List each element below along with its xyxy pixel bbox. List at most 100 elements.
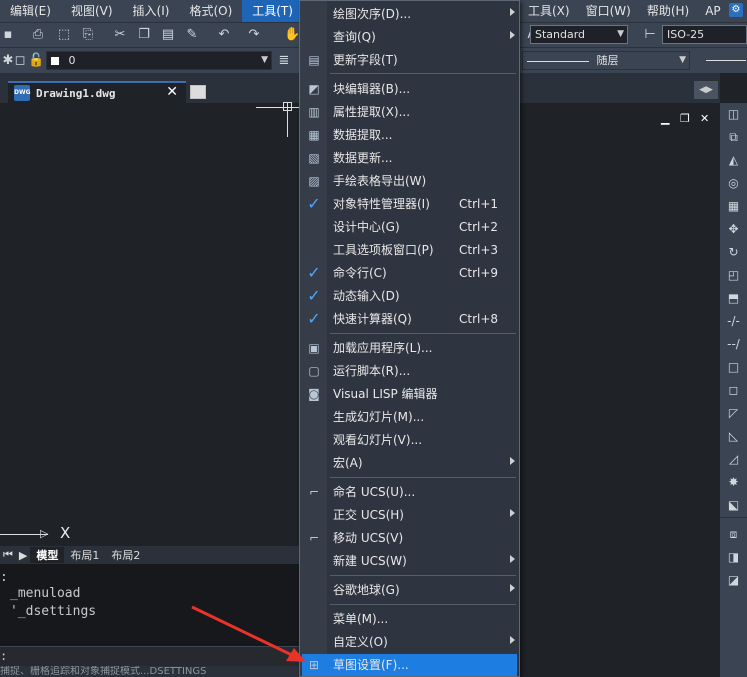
lineweight-preview[interactable]	[706, 60, 746, 61]
stretch-icon[interactable]: ⬒	[720, 287, 747, 310]
menu-item-tool-palettes[interactable]: 工具选项板窗口(P) Ctrl+3	[300, 239, 519, 261]
tab-model[interactable]: 模型	[30, 547, 65, 563]
restore-icon[interactable]: ❐	[680, 112, 690, 125]
menu-item-command-line[interactable]: ✓ 命令行(C) Ctrl+9	[300, 262, 519, 284]
menu-help[interactable]: 帮助(H)	[639, 0, 697, 22]
offset-icon[interactable]: ◎	[720, 172, 747, 195]
minimize-icon[interactable]: ▁	[661, 112, 669, 125]
close-icon[interactable]: ✕	[166, 84, 178, 100]
erase-icon[interactable]: ◫	[720, 103, 747, 126]
menu-item-run-script[interactable]: ▢ 运行脚本(R)...	[300, 360, 519, 382]
paste-icon[interactable]: ▤	[160, 27, 176, 43]
first-layout-icon[interactable]: ⏮	[0, 548, 16, 562]
menu-item-inquiry[interactable]: 查询(Q)	[300, 26, 519, 48]
explode-icon[interactable]: ✸	[720, 471, 747, 494]
menu-item-menu[interactable]: 菜单(M)...	[300, 608, 519, 630]
menu-item-view-slide[interactable]: 观看幻灯片(V)...	[300, 429, 519, 451]
tab-scroll-icon[interactable]: ◀▶	[694, 81, 718, 99]
undo-icon[interactable]: ↶	[216, 27, 232, 43]
linetype-value: 随层	[596, 54, 619, 67]
menu-tools-x[interactable]: 工具(X)	[520, 0, 578, 22]
fillet-icon[interactable]: ◺	[720, 425, 747, 448]
menu-ap[interactable]: AP	[697, 0, 728, 22]
menu-item-move-ucs[interactable]: ⌐ 移动 UCS(V)	[300, 527, 519, 549]
scale-icon[interactable]: ◰	[720, 264, 747, 287]
chamfer-icon[interactable]: ◸	[720, 402, 747, 425]
menu-format[interactable]: 格式(O)	[179, 0, 242, 22]
print-icon[interactable]: ⎙	[30, 27, 46, 43]
tab-layout1[interactable]: 布局1	[64, 547, 105, 563]
tab-layout2[interactable]: 布局2	[105, 547, 146, 563]
checkmark-icon: ✓	[307, 194, 321, 213]
array-icon[interactable]: ▦	[720, 195, 747, 218]
menu-item-visual-lisp[interactable]: ◙ Visual LISP 编辑器	[300, 383, 519, 405]
properties-icon[interactable]: ⬕	[720, 494, 747, 517]
layer-lock-icon[interactable]: 🔓	[28, 53, 44, 69]
layer-vp-icon[interactable]: ◻	[12, 53, 28, 69]
menu-tools[interactable]: 工具(T)	[242, 0, 303, 22]
redo-icon[interactable]: ↷	[246, 27, 262, 43]
menu-item-dynamic-input[interactable]: ✓ 动态输入(D)	[300, 285, 519, 307]
document-tab-title: Drawing1.dwg	[36, 86, 116, 100]
publish-icon[interactable]: ⎘	[80, 27, 96, 43]
menu-item-block-editor[interactable]: ◩ 块编辑器(B)...	[300, 78, 519, 100]
menu-item-data-extract[interactable]: ▦ 数据提取...	[300, 124, 519, 146]
join-icon[interactable]: ◻	[720, 379, 747, 402]
move-icon[interactable]: ✥	[720, 218, 747, 241]
mirror-icon[interactable]: ◭	[720, 149, 747, 172]
menu-window[interactable]: 窗口(W)	[578, 0, 639, 22]
plot-preview-icon[interactable]: ⬚	[56, 27, 72, 43]
menu-item-customize[interactable]: 自定义(O)	[300, 631, 519, 653]
attribute-extract-icon: ▥	[308, 105, 320, 119]
new-tab-icon[interactable]	[190, 85, 206, 99]
menu-insert[interactable]: 插入(I)	[123, 0, 180, 22]
trim-icon[interactable]: -/-	[720, 310, 747, 333]
copy-object-icon[interactable]: ⧉	[720, 126, 747, 149]
layer-select[interactable]: 0 ▼	[46, 51, 272, 70]
dim-style-select[interactable]: ISO-25	[662, 25, 747, 44]
layer-manager-icon[interactable]: ≣	[276, 53, 292, 69]
menu-separator	[330, 604, 516, 605]
prev-layout-icon[interactable]: ▶	[16, 549, 30, 562]
match-properties-icon[interactable]: ✎	[184, 27, 200, 43]
close-icon[interactable]: ✕	[700, 112, 709, 125]
menu-item-table-export[interactable]: ▨ 手绘表格导出(W)	[300, 170, 519, 192]
cut-icon[interactable]: ✂	[112, 27, 128, 43]
menu-item-properties-manager[interactable]: ✓ 对象特性管理器(I) Ctrl+1	[300, 193, 519, 215]
save-icon[interactable]: ▪	[0, 27, 16, 43]
pan-icon[interactable]: ✋	[284, 27, 300, 43]
menu-item-label: 对象特性管理器(I)	[333, 197, 430, 211]
menu-item-draw-order[interactable]: 绘图次序(D)...	[300, 3, 519, 25]
draw-order-icon[interactable]: ⧈	[720, 523, 747, 546]
menu-item-quick-calc[interactable]: ✓ 快速计算器(Q) Ctrl+8	[300, 308, 519, 330]
block-icon[interactable]: ◪	[720, 569, 747, 592]
blend-icon[interactable]: ◿	[720, 448, 747, 471]
settings-icon[interactable]: ⚙	[729, 3, 743, 17]
menu-item-new-ucs[interactable]: 新建 UCS(W)	[300, 550, 519, 572]
menu-item-attribute-extract[interactable]: ▥ 属性提取(X)...	[300, 101, 519, 123]
submenu-arrow-icon	[510, 584, 515, 592]
menu-edit[interactable]: 编辑(E)	[0, 0, 61, 22]
layer-icon[interactable]: ◨	[720, 546, 747, 569]
menu-item-macro[interactable]: 宏(A)	[300, 452, 519, 474]
break-icon[interactable]: □	[720, 356, 747, 379]
copy-icon[interactable]: ❐	[136, 27, 152, 43]
extend-icon[interactable]: --/	[720, 333, 747, 356]
menu-item-named-ucs[interactable]: ⌐ 命名 UCS(U)...	[300, 481, 519, 503]
menu-view[interactable]: 视图(V)	[61, 0, 123, 22]
document-tab[interactable]: DWG Drawing1.dwg ✕	[8, 81, 186, 103]
menu-item-orthographic-ucs[interactable]: 正交 UCS(H)	[300, 504, 519, 526]
menu-item-data-update[interactable]: ▧ 数据更新...	[300, 147, 519, 169]
chevron-down-icon: ▼	[617, 29, 624, 39]
menu-item-drafting-settings[interactable]: ⊞ 草图设置(F)...	[302, 654, 517, 676]
menu-item-make-slide[interactable]: 生成幻灯片(M)...	[300, 406, 519, 428]
menu-item-google-earth[interactable]: 谷歌地球(G)	[300, 579, 519, 601]
menu-item-load-application[interactable]: ▣ 加载应用程序(L)...	[300, 337, 519, 359]
command-input[interactable]: :	[0, 646, 300, 666]
rotate-icon[interactable]: ↻	[720, 241, 747, 264]
menu-item-design-center[interactable]: 设计中心(G) Ctrl+2	[300, 216, 519, 238]
linetype-select[interactable]: 随层 ▼	[522, 51, 690, 70]
text-style-select[interactable]: Standard ▼	[530, 25, 628, 44]
menu-item-update-fields[interactable]: ▤ 更新字段(T)	[300, 49, 519, 71]
menu-separator	[330, 73, 516, 74]
